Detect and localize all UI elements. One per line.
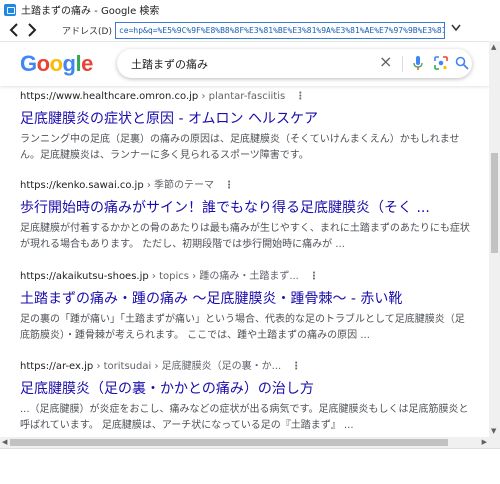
result-path: › plantar-fasciitis (198, 91, 286, 102)
scroll-down-icon[interactable]: ▼ (491, 427, 496, 435)
search-box[interactable]: 土踏まずの痛み × (117, 49, 472, 78)
result-path: › toritsudai › 足底腱膜炎（足の裏・か... (93, 361, 282, 372)
result-cite[interactable]: https://akaikutsu-shoes.jp › topics › 踵の… (20, 270, 480, 284)
search-result: https://ar-ex.jp › toritsudai › 足底腱膜炎（足の… (20, 360, 480, 434)
result-title-link[interactable]: 足底腱膜炎（足の裏・かかとの痛み）の治し方 (20, 379, 480, 399)
horizontal-scroll-thumb[interactable] (10, 439, 448, 446)
address-label: アドレス(D) (62, 26, 112, 37)
result-site: https://ar-ex.jp (20, 361, 94, 372)
forward-icon[interactable] (24, 20, 40, 40)
result-snippet: ランニング中の足底（足裏）の痛みの原因は、足底腱膜炎（そくていけんまくえん）かも… (20, 134, 460, 161)
result-cite[interactable]: https://www.healthcare.omron.co.jp › pla… (20, 90, 480, 104)
search-result: https://kenko.sawai.co.jp › 季節のテーマ ⋮ 歩行開始… (20, 179, 480, 253)
result-snippet: 足の裏の「踵が痛い」「土踏まずが痛い」という場合、代表的な足のトラブルとして足底… (20, 314, 465, 341)
back-icon[interactable] (6, 20, 22, 40)
address-toolbar: アドレス(D) ce=hp&q=%E5%9C%9F%E8%B8%8F%E3%81… (0, 19, 500, 41)
search-input[interactable]: 土踏まずの痛み (131, 56, 208, 72)
scroll-left-icon[interactable]: ◀ (2, 438, 7, 446)
result-snippet: ...（足底腱膜）が炎症をおこし、痛みなどの症状が出る病気です。足底腱膜炎もしく… (20, 404, 469, 431)
scrollbar-corner (489, 437, 500, 448)
result-title-link[interactable]: 歩行開始時の痛みがサイン！誰でもなり得る足底腱膜炎（そく ... (20, 198, 480, 218)
google-header: Google 土踏まずの痛み × (0, 42, 489, 86)
result-title-link[interactable]: 土踏まずの痛み・踵の痛み ～足底腱膜炎・踵骨棘～ - 赤い靴 (20, 289, 480, 309)
more-options-icon[interactable]: ⋮ (291, 361, 301, 372)
scroll-up-icon[interactable]: ▲ (491, 43, 496, 51)
search-result: https://www.healthcare.omron.co.jp › pla… (20, 90, 480, 164)
page-content: Google 土踏まずの痛み × https://www.healthcare.… (0, 41, 489, 437)
result-title-link[interactable]: 足底腱膜炎の症状と原因 - オムロン ヘルスケア (20, 109, 480, 129)
more-options-icon[interactable]: ⋮ (309, 271, 319, 282)
search-divider (402, 56, 403, 72)
address-input[interactable]: ce=hp&q=%E5%9C%9F%E8%B8%8F%E3%81%BE%E3%8… (114, 21, 445, 39)
window-title: 土踏まずの痛み - Google 検索 (21, 6, 160, 17)
more-options-icon[interactable]: ⋮ (224, 180, 234, 191)
search-icon[interactable] (455, 56, 469, 70)
more-options-icon[interactable]: ⋮ (295, 91, 305, 102)
result-snippet: 足底腱膜が付着するかかとの骨のあたりは最も痛みが生じやすく、まれに土踏まずのあた… (20, 223, 470, 250)
result-site: https://akaikutsu-shoes.jp (20, 271, 149, 282)
scroll-right-icon[interactable]: ▶ (482, 438, 487, 446)
google-logo[interactable]: Google (20, 51, 93, 77)
browser-window: 土踏まずの痛み - Google 検索 アドレス(D) ce=hp&q=%E5%… (0, 0, 500, 484)
mic-icon[interactable] (413, 56, 423, 71)
status-bar (0, 448, 500, 484)
search-result: https://akaikutsu-shoes.jp › topics › 踵の… (20, 270, 480, 344)
app-icon (4, 3, 16, 16)
vertical-scroll-thumb[interactable] (491, 153, 498, 253)
title-bar: 土踏まずの痛み - Google 検索 (0, 0, 500, 19)
clear-icon[interactable]: × (379, 52, 392, 71)
result-cite[interactable]: https://kenko.sawai.co.jp › 季節のテーマ ⋮ (20, 179, 480, 193)
result-path: › 季節のテーマ (143, 180, 215, 191)
vertical-scrollbar[interactable]: ▲ ▼ (489, 41, 500, 437)
result-cite[interactable]: https://ar-ex.jp › toritsudai › 足底腱膜炎（足の… (20, 360, 480, 374)
camera-lens-icon[interactable] (434, 56, 448, 70)
result-path: › topics › 踵の痛み・土踏まず... (148, 271, 299, 282)
result-site: https://kenko.sawai.co.jp (20, 180, 144, 191)
go-arrow-icon[interactable] (449, 22, 463, 38)
result-site: https://www.healthcare.omron.co.jp (20, 91, 199, 102)
horizontal-scrollbar[interactable]: ◀ ▶ (0, 437, 489, 448)
